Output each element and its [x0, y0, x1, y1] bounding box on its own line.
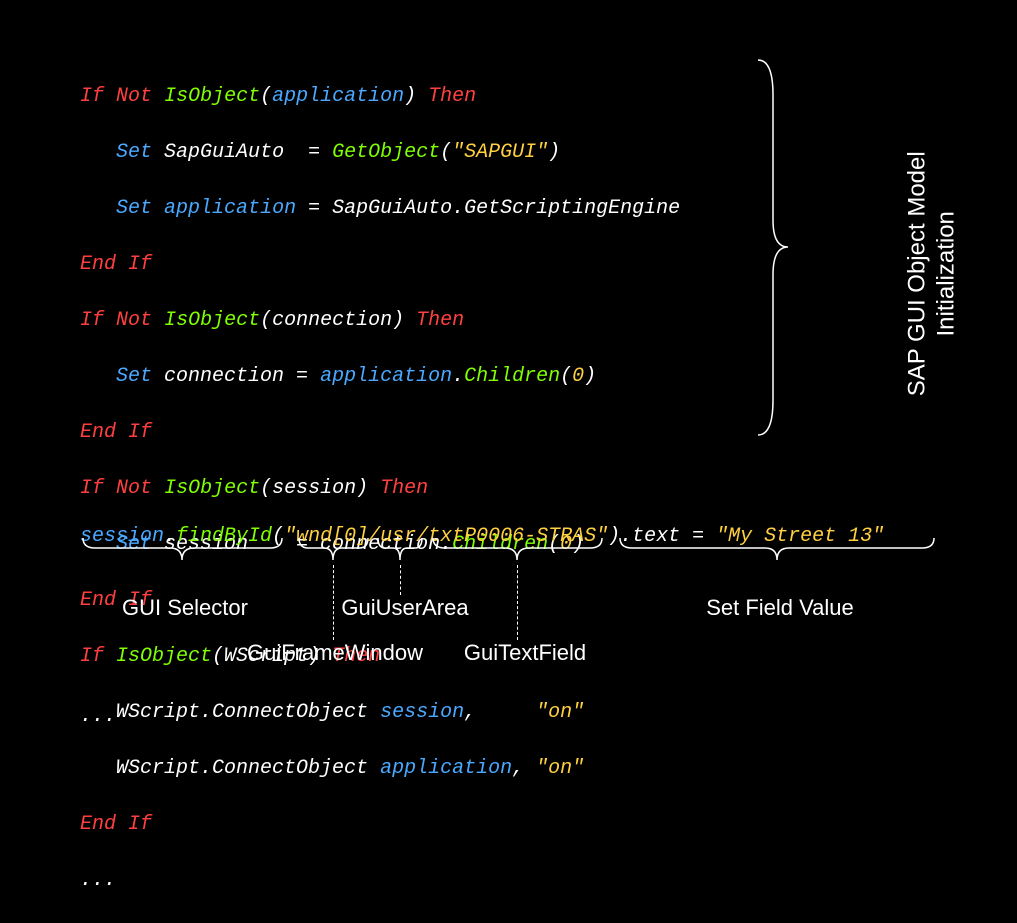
- ellipsis: ...: [80, 869, 116, 892]
- kw-not: Not: [116, 85, 152, 108]
- dash-line: [517, 565, 518, 640]
- underbrace-txtfield: [430, 535, 605, 565]
- underbrace-usr: [375, 535, 425, 565]
- kw-then: Then: [428, 85, 476, 108]
- label-set-field: Set Field Value: [680, 595, 880, 621]
- kw-set: Set: [116, 141, 152, 164]
- dash-line: [400, 565, 401, 595]
- underbrace-gui-selector: [80, 535, 285, 565]
- kw-if: If: [80, 85, 104, 108]
- code-block: If Not IsObject(application) Then Set Sa…: [80, 55, 680, 923]
- side-annotation: SAP GUI Object Model Initialization: [904, 151, 962, 396]
- dash-line: [333, 565, 334, 640]
- underbrace-setfield: [617, 535, 937, 565]
- fn-isobject: IsObject: [164, 85, 260, 108]
- label-gui-frame: GuiFrameWindow: [245, 640, 425, 666]
- label-gui-text: GuiTextField: [450, 640, 600, 666]
- underbrace-wnd: [296, 535, 371, 565]
- ellipsis-bottom: ...: [80, 705, 116, 728]
- right-brace-icon: [748, 55, 798, 447]
- label-gui-user: GuiUserArea: [335, 595, 475, 621]
- label-gui-selector: GUI Selector: [110, 595, 260, 621]
